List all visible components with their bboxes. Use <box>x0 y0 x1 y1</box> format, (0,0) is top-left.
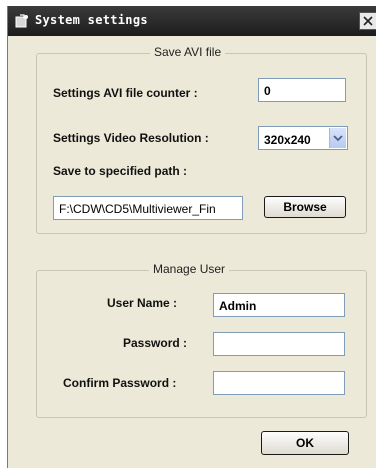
avi-counter-label: Settings AVI file counter : <box>53 86 198 100</box>
username-input[interactable]: Admin <box>213 293 345 317</box>
save-path-label: Save to specified path : <box>53 164 188 178</box>
close-button[interactable] <box>359 12 376 30</box>
dropdown-button[interactable] <box>329 128 346 148</box>
username-label: User Name : <box>107 296 178 310</box>
video-resolution-value: 320x240 <box>264 133 311 147</box>
manage-user-group-title: Manage User <box>149 262 230 276</box>
ok-button[interactable]: OK <box>261 431 349 455</box>
video-resolution-select[interactable]: 320x240 <box>258 126 348 150</box>
password-input[interactable] <box>213 332 345 356</box>
password-label: Password : <box>123 336 188 350</box>
chevron-down-icon <box>333 135 343 142</box>
title-bar[interactable]: System settings <box>8 6 376 36</box>
avi-counter-input[interactable]: 0 <box>258 78 346 102</box>
settings-dialog: System settings Save AVI file Settings A… <box>7 6 376 468</box>
save-avi-group-title: Save AVI file <box>150 45 226 59</box>
app-icon <box>15 14 28 28</box>
close-icon <box>363 16 373 26</box>
video-resolution-label: Settings Video Resolution : <box>53 131 209 145</box>
browse-button[interactable]: Browse <box>264 196 346 218</box>
window-title: System settings <box>35 13 148 27</box>
save-path-input[interactable]: F:\CDW\CD5\Multiviewer_Fin <box>53 196 243 220</box>
confirm-password-input[interactable] <box>213 371 345 395</box>
confirm-password-label: Confirm Password : <box>63 376 177 390</box>
